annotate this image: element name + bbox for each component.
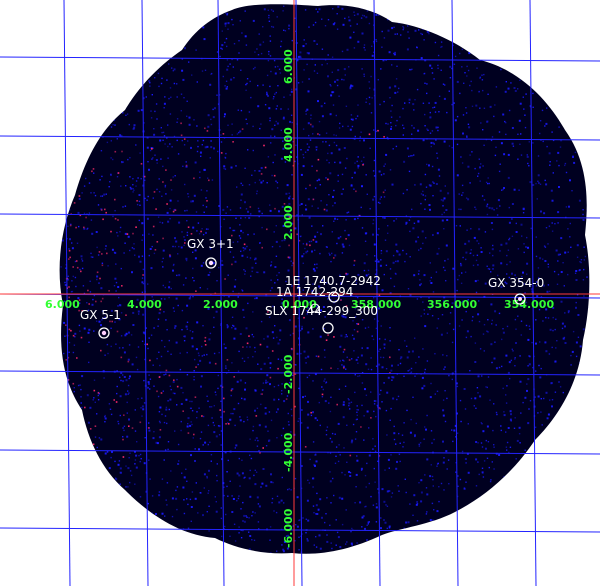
- source-core: [518, 297, 522, 301]
- lat-tick-label: 4.000: [282, 127, 295, 162]
- source-core: [208, 260, 214, 266]
- lat-tick-label: 6.000: [282, 49, 295, 84]
- sky-map-stage: 6.000 4.000 2.000 0.000 358.000 356.000 …: [0, 0, 600, 586]
- lon-tick-label: 4.000: [127, 298, 162, 311]
- lon-tick-label: 6.000: [45, 298, 80, 311]
- sky-map[interactable]: 6.000 4.000 2.000 0.000 358.000 356.000 …: [0, 0, 600, 586]
- lat-tick-label: 2.000: [282, 205, 295, 240]
- lat-tick-label: -2.000: [282, 354, 295, 394]
- lon-tick-label: 354.000: [504, 298, 554, 311]
- lon-tick-label: 2.000: [203, 298, 238, 311]
- lat-tick-label: -6.000: [282, 508, 295, 548]
- source-label: 1A 1742-294: [276, 285, 353, 299]
- source-label: SLX 1744-299_300: [265, 304, 378, 318]
- source-label: GX 354-0: [488, 276, 544, 290]
- source-core: [101, 330, 107, 336]
- lat-tick-label: -4.000: [282, 432, 295, 472]
- source-label: GX 3+1: [187, 237, 234, 251]
- source-label: GX 5-1: [80, 308, 121, 322]
- lon-tick-label: 356.000: [427, 298, 477, 311]
